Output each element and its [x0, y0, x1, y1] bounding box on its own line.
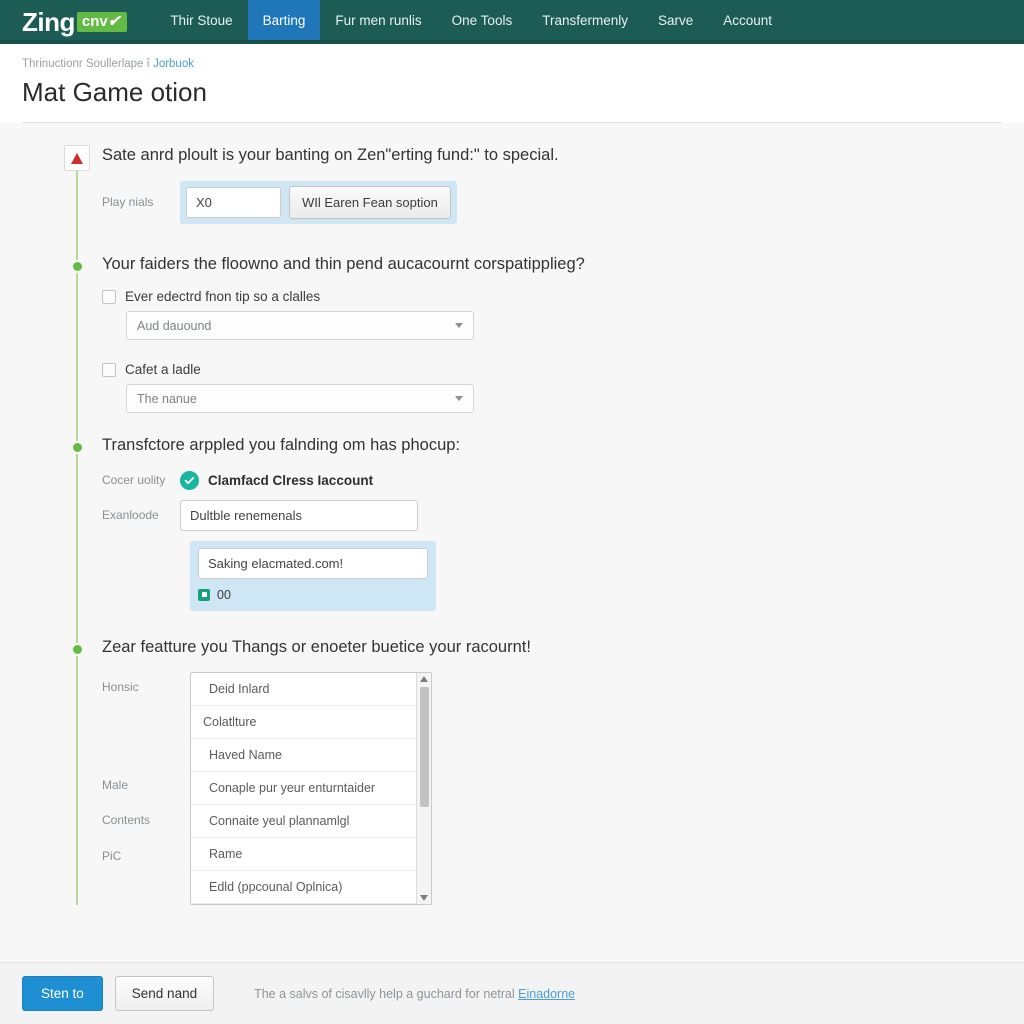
nav-item-1-active[interactable]: Barting [247, 0, 321, 40]
green-dot-icon [70, 259, 84, 273]
nav-item-4[interactable]: Transfermenly [527, 0, 643, 40]
send-button[interactable]: Send nand [114, 976, 215, 1011]
options-listbox[interactable]: Deid Inlard Colatlture Haved Name Conapl… [190, 672, 432, 906]
step-3-heading: Transfctore arppled you falnding om has … [102, 436, 461, 455]
footer-note-link[interactable]: Einadorne [518, 987, 575, 1001]
nav-item-2[interactable]: Fur men runlis [320, 0, 436, 40]
nav-item-0[interactable]: Thir Stoue [155, 0, 247, 40]
list-item[interactable]: Edld (ppcounal Oplnica) [191, 871, 431, 905]
list-item[interactable]: Deid Inlard [191, 673, 431, 707]
top-navigation-bar: Zing cnv ✔ Thir Stoue Barting Fur men ru… [0, 0, 1024, 44]
step-1-heading: Sate anrd ploult is your banting on Zen"… [102, 146, 559, 165]
list-item[interactable]: Haved Name [191, 739, 431, 773]
mini-counter-row: 00 [198, 588, 428, 602]
select-2[interactable]: The nanue [126, 384, 474, 414]
side-label-0: Honsic [102, 680, 139, 695]
brand-name: Zing [22, 7, 75, 37]
green-square-icon [198, 588, 210, 601]
step-1-field-row: Play nials WIl Earen Fean soption [102, 180, 1002, 224]
step-2-marker [68, 258, 86, 276]
footer-action-bar: Sten to Send nand The a salvs of cisavll… [0, 962, 1024, 1024]
email-input[interactable] [198, 547, 428, 579]
scroll-up-arrow-icon[interactable] [420, 676, 428, 683]
exancode-label: Exanloode [102, 508, 159, 523]
step-2: Your faiders the floowno and thin pend a… [44, 254, 1002, 414]
breadcrumb-text: Thrinuctionr Soullerlape [22, 58, 144, 70]
mini-counter-value: 00 [217, 587, 231, 602]
checkbox-2-label: Cafet a ladle [125, 362, 201, 378]
warning-triangle-icon [71, 152, 83, 164]
listbox-wrap: Honsic Male Contents PiC Deid Inlard Col… [102, 672, 1002, 906]
warning-icon [64, 145, 90, 172]
confirm-text: Clamfacd Clress Iaccount [208, 472, 374, 488]
checkbox-1-label: Ever edectrd fnon tip so a clalles [125, 289, 321, 305]
step-1: Sate anrd ploult is your banting on Zen"… [44, 145, 1002, 224]
page-header: Thrinuctionr Soullerlape î Jorbuok Mat G… [0, 44, 1024, 124]
list-item[interactable]: Rame [191, 838, 431, 872]
brand-badge-text: cnv [81, 13, 108, 30]
listbox-side-labels: Honsic Male Contents PiC [102, 672, 190, 905]
breadcrumb-link[interactable]: Jorbuok [153, 58, 194, 70]
select-1-value: Aud dauound [137, 318, 212, 333]
email-highlight-panel: 00 [190, 540, 436, 611]
brand-badge: cnv ✔ [76, 12, 128, 32]
nav-items: Thir Stoue Barting Fur men runlis One To… [155, 0, 787, 44]
checkbox-1[interactable] [102, 289, 116, 304]
nav-item-6[interactable]: Account [708, 0, 787, 40]
breadcrumb: Thrinuctionr Soullerlape î Jorbuok [22, 56, 1002, 73]
step-4: Zear featture you Thangs or enoeter buet… [44, 637, 1002, 906]
step-3-marker [68, 439, 86, 457]
checkbox-row-1[interactable]: Ever edectrd fnon tip so a clalles [102, 289, 1002, 304]
scrollbar-thumb[interactable] [420, 687, 429, 808]
chevron-down-icon [455, 323, 463, 329]
list-item[interactable]: Colatlture [191, 706, 431, 740]
side-label-3: PiC [102, 849, 122, 864]
step-1-highlight-group: WIl Earen Fean soption [180, 180, 457, 224]
earn-option-button[interactable]: WIl Earen Fean soption [289, 185, 451, 219]
step-1-field-label: Play nials [102, 195, 154, 210]
brand-logo[interactable]: Zing cnv ✔ [0, 0, 137, 44]
checkbox-2[interactable] [102, 362, 116, 377]
green-dot-icon [70, 642, 84, 656]
chevron-down-icon [455, 396, 463, 402]
step-3: Transfctore arppled you falnding om has … [44, 435, 1002, 611]
checkbox-row-2[interactable]: Cafet a ladle [102, 362, 1002, 377]
step-4-marker [68, 641, 86, 659]
exancode-row: Exanloode [102, 499, 1002, 531]
list-item[interactable]: Connaite yeul plannamlgl [191, 805, 431, 839]
footer-note: The a salvs of cisavlly help a guchard f… [254, 987, 575, 1001]
submit-button[interactable]: Sten to [22, 976, 103, 1011]
confirm-row-label: Cocer uolity [102, 473, 166, 488]
confirm-row: Cocer uolity Clamfacd Clress Iaccount [102, 470, 1002, 490]
step-1-marker [64, 145, 90, 172]
main-content: Sate anrd ploult is your banting on Zen"… [0, 123, 1024, 906]
steps-timeline: Sate anrd ploult is your banting on Zen"… [44, 145, 1002, 906]
breadcrumb-separator-icon: î [146, 58, 150, 70]
side-label-1: Male [102, 778, 129, 793]
step-4-heading: Zear featture you Thangs or enoeter buet… [102, 637, 531, 656]
check-circle-icon [180, 470, 199, 490]
footer-note-text: The a salvs of cisavlly help a guchard f… [254, 986, 519, 1001]
listbox-scrollbar[interactable] [416, 673, 431, 905]
scroll-down-arrow-icon[interactable] [420, 895, 428, 902]
select-2-value: The nanue [137, 391, 197, 406]
step-2-heading: Your faiders the floowno and thin pend a… [102, 254, 585, 273]
side-label-2: Contents [102, 813, 151, 828]
exancode-input[interactable] [180, 499, 418, 531]
play-trials-input[interactable] [186, 186, 281, 218]
brand-check-icon: ✔ [106, 13, 124, 30]
select-1[interactable]: Aud dauound [126, 311, 474, 341]
nav-item-5[interactable]: Sarve [643, 0, 708, 40]
nav-item-3[interactable]: One Tools [437, 0, 528, 40]
green-dot-icon [70, 441, 84, 455]
page-title: Mat Game otion [22, 77, 207, 108]
list-item[interactable]: Conaple pur yeur enturntaider [191, 772, 431, 806]
